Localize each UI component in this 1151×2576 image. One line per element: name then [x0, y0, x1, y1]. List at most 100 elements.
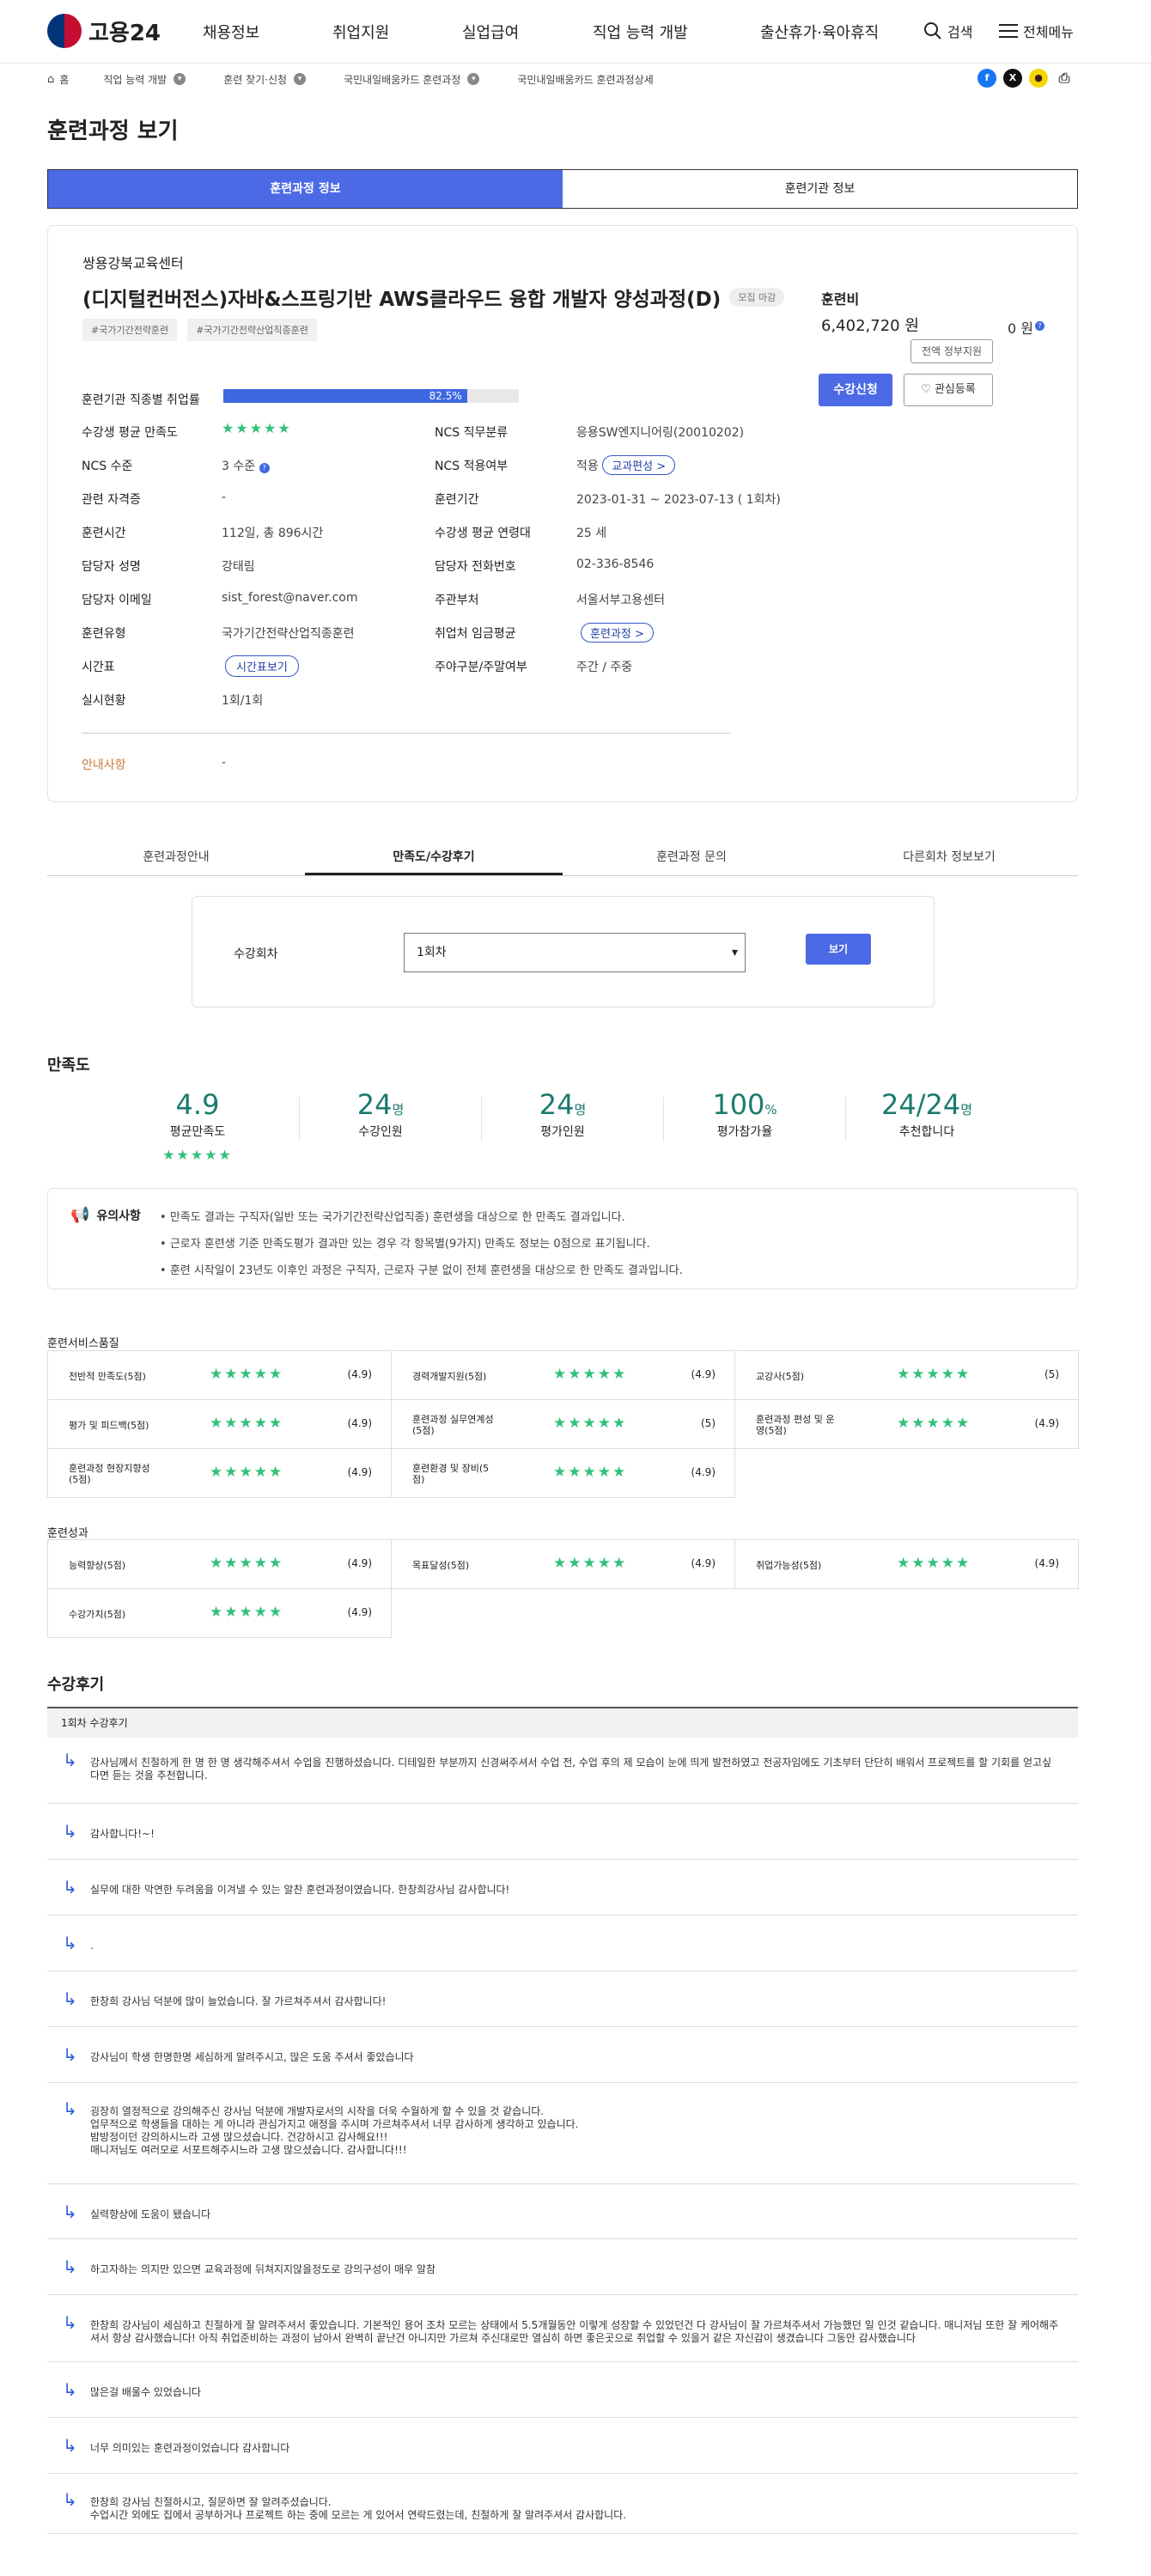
nav-item-skill-development[interactable]: 직업 능력 개발	[593, 21, 688, 43]
full-support-button[interactable]: 전액 정부지원	[910, 339, 993, 363]
rating-stars: ★★★★★	[210, 1464, 284, 1481]
rating-stars: ★★★★★	[210, 1604, 284, 1621]
schedule-button[interactable]: 시간표보기	[225, 655, 299, 677]
rating-value: (4.9)	[1034, 1417, 1059, 1429]
breadcrumb-item-2[interactable]: 훈련 찾기·신청	[223, 72, 287, 87]
schedule-value: 시간표보기	[225, 655, 299, 677]
divider	[82, 733, 730, 734]
ncs-apply-text: 적용	[576, 460, 599, 473]
search-button[interactable]: 검색	[923, 21, 972, 41]
notice-label: 안내사항	[82, 758, 126, 772]
nav-item-jobs[interactable]: 채용정보	[203, 21, 259, 43]
tab-satisfaction-review[interactable]: 만족도/수강후기	[305, 840, 563, 875]
stat-unit: 명	[960, 1102, 973, 1117]
caution-title: 📢 유의사항	[70, 1206, 141, 1224]
breadcrumb-home[interactable]: 홈	[59, 72, 69, 87]
review-item: ↳ 한창희 강사님 친절하시고, 질문하면 잘 알려주셨습니다. 수업시간 외에도…	[47, 2474, 1078, 2534]
rating-value: (4.9)	[691, 1368, 716, 1380]
facebook-icon[interactable]: f	[977, 69, 996, 88]
rating-stars: ★★★★★	[897, 1415, 971, 1432]
service-quality-grid: 전반적 만족도(5점) ★★★★★ (4.9) 경력개발지원(5점) ★★★★★ (4.9…	[47, 1350, 1079, 1498]
stat-avg-satisfaction: 4.9 평균만족도 ★★★★★	[112, 1088, 283, 1163]
tab-course-inquiry[interactable]: 훈련과정 문의	[563, 840, 820, 875]
service-quality-heading: 훈련서비스품질	[47, 1337, 119, 1350]
breadcrumb-item-1[interactable]: 직업 능력 개발	[103, 72, 167, 87]
ncs-duty-label: NCS 직무분류	[435, 426, 509, 440]
rating-value: (4.9)	[347, 1417, 372, 1429]
rating-value: (4.9)	[347, 1606, 372, 1618]
reply-arrow-icon: ↳	[63, 2201, 77, 2222]
print-icon[interactable]: ⎙	[1055, 69, 1074, 88]
curriculum-button[interactable]: 교과편성 >	[602, 455, 676, 475]
ncs-level-text: 3 수준	[222, 460, 256, 473]
nav-item-parental-leave[interactable]: 출산휴가·육아휴직	[760, 21, 879, 43]
wage-label: 취업처 임금평균	[435, 627, 516, 641]
review-item: ↳ 굉장히 열정적으로 강의해주신 강사님 덕분에 개발자로서의 시작을 더욱 수…	[47, 2083, 1078, 2184]
rating-stars: ★★★★★	[897, 1366, 971, 1383]
round-select-box: 수강회차 1회차 보기	[192, 896, 935, 1008]
stat-number: 24/24명	[841, 1088, 1013, 1121]
review-item: ↳ 강사님께서 친절하게 한 명 한 명 생각해주셔서 수업을 진행하셨습니다. …	[47, 1738, 1078, 1804]
x-twitter-icon[interactable]: X	[1003, 69, 1022, 88]
rating-value: (4.9)	[347, 1557, 372, 1569]
review-item: ↳ 많은걸 배울수 있었습니다	[47, 2362, 1078, 2418]
email-value[interactable]: sist_forest@naver.com	[222, 591, 357, 605]
wish-label: 관심등록	[934, 383, 976, 396]
breadcrumb-item-3[interactable]: 국민내일배움카드 훈련과정	[344, 72, 460, 87]
review-item: ↳ 실력향상에 도움이 됐습니다	[47, 2184, 1078, 2239]
apply-button[interactable]: 수강신청	[819, 374, 892, 406]
course-tags: #국가기간전략훈련 #국가기간전략산업직종훈련	[82, 319, 317, 341]
rating-cell: 취업가능성(5점) ★★★★★ (4.9)	[735, 1540, 1079, 1589]
nav-item-employment-support[interactable]: 취업지원	[332, 21, 389, 43]
tab-course-info[interactable]: 훈련과정 정보	[48, 170, 563, 208]
site-logo[interactable]: 고용24	[47, 14, 161, 48]
caution-item: 훈련 시작일이 23년도 이후인 과정은 구직자, 근로자 구분 없이 전체 훈…	[160, 1258, 683, 1284]
reply-arrow-icon: ↳	[63, 1933, 77, 1953]
chevron-down-icon[interactable]: ▾	[174, 73, 186, 85]
kakao-icon[interactable]: ●	[1029, 69, 1048, 88]
stat-caption: 수강인원	[358, 1125, 403, 1139]
stat-number: 24명	[477, 1088, 649, 1121]
tab-other-rounds[interactable]: 다른회차 정보보기	[820, 840, 1078, 875]
phone-value: 02-336-8546	[576, 557, 655, 571]
stat-caption: 추천합니다	[898, 1125, 955, 1139]
practice-value: 1회/1회	[222, 694, 264, 708]
course-info-box: 쌍용강북교육센터 (디지털컨버전스)자바&스프링기반 AWS클라우드 융합 개발…	[47, 225, 1078, 802]
review-text: 한창희 강사님 덕분에 많이 늘었습니다. 잘 가르쳐주셔서 감사합니다!	[90, 1995, 387, 2007]
review-item: ↳ 하고자하는 의지만 있으면 교육과정에 뒤쳐지지않을정도로 강의구성이 매우 …	[47, 2239, 1078, 2295]
breadcrumb: ⌂ 홈 직업 능력 개발 ▾ 훈련 찾기·신청 ▾ 국민내일배움카드 훈련과정 ▾ 국…	[47, 69, 654, 89]
round-select[interactable]: 1회차	[404, 933, 746, 972]
wish-button[interactable]: ♡ 관심등록	[904, 374, 993, 406]
top-tabs: 훈련과정 정보 훈련기관 정보	[47, 169, 1078, 209]
nav-item-unemployment-benefit[interactable]: 실업급여	[462, 21, 519, 43]
review-text: 감사합니다!~!	[90, 1828, 155, 1840]
tag-national-strategy-industry: #국가기간전략산업직종훈련	[187, 319, 317, 341]
rating-name: 교강사(5점)	[756, 1370, 805, 1382]
review-item: ↳ 너무 의미있는 훈련과정이었습니다 감사합니다	[47, 2418, 1078, 2474]
employment-rate-label: 훈련기관 직종별 취업률	[82, 393, 200, 407]
all-menu-button[interactable]: 전체메뉴	[999, 21, 1074, 41]
chevron-down-icon[interactable]: ▾	[467, 73, 480, 85]
info-icon[interactable]: ?	[259, 463, 270, 473]
home-icon[interactable]: ⌂	[47, 73, 54, 86]
tab-institution-info[interactable]: 훈련기관 정보	[563, 170, 1077, 208]
stat-number: 100%	[659, 1088, 831, 1121]
tab-course-guide[interactable]: 훈련과정안내	[47, 840, 305, 875]
rating-cell: 평가 및 피드백(5점) ★★★★★ (4.9)	[48, 1400, 392, 1449]
rating-name: 목표달성(5점)	[412, 1559, 470, 1571]
heart-icon: ♡	[921, 383, 935, 396]
view-button[interactable]: 보기	[806, 934, 871, 965]
caution-item: 만족도 결과는 구직자(일반 또는 국가기간전략산업직종) 훈련생을 대상으로 …	[160, 1204, 683, 1231]
rating-cell: 훈련과정 실무연계성(5점) ★★★★★ (5)	[392, 1400, 735, 1449]
rating-name: 훈련과정 실무연계성(5점)	[412, 1414, 494, 1436]
daynight-label: 주야구분/주말여부	[435, 661, 527, 674]
reviews-round-label: 1회차 수강후기	[47, 1707, 1078, 1738]
info-icon[interactable]: ?	[1035, 320, 1044, 331]
wage-course-button[interactable]: 훈련과정 >	[581, 623, 654, 642]
review-text: 하고자하는 의지만 있으면 교육과정에 뒤쳐지지않을정도로 강의구성이 매우 알…	[90, 2263, 436, 2275]
rating-value: (5)	[701, 1417, 716, 1429]
notice-value: -	[222, 756, 227, 770]
hamburger-icon	[999, 24, 1018, 38]
stat-unit: 명	[574, 1102, 587, 1117]
chevron-down-icon[interactable]: ▾	[294, 73, 307, 85]
